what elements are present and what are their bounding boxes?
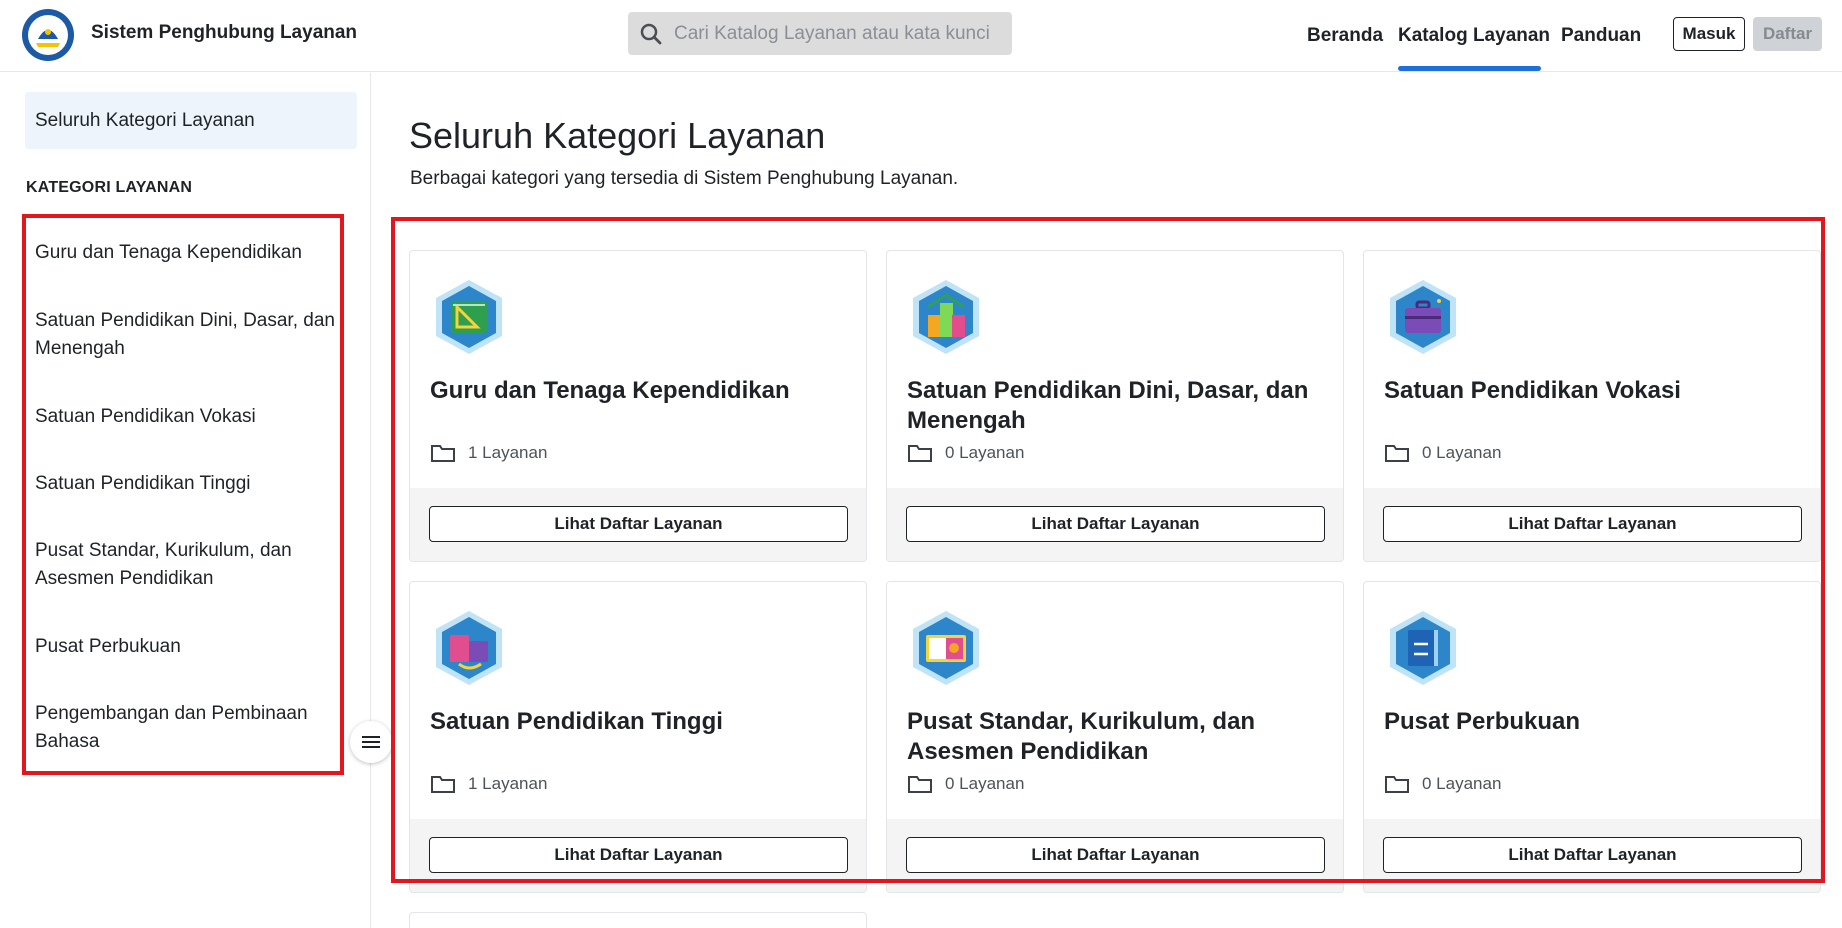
card-footer: Lihat Daftar Layanan	[1364, 488, 1820, 561]
search-bar[interactable]	[628, 12, 1012, 55]
app-title[interactable]: Sistem Penghubung Layanan	[91, 22, 357, 44]
category-card: Satuan Pendidikan Vokasi 0 Layanan Lihat…	[1363, 250, 1821, 562]
book-briefcase-icon	[436, 611, 502, 685]
sidebar-item-perbukuan[interactable]: Pusat Perbukuan	[35, 633, 335, 661]
search-icon	[640, 23, 662, 44]
sidebar-item-vokasi[interactable]: Satuan Pendidikan Vokasi	[35, 403, 335, 431]
card-title: Satuan Pendidikan Tinggi	[430, 708, 723, 735]
sidebar-heading: KATEGORI LAYANAN	[26, 179, 193, 196]
card-count: 0 Layanan	[907, 773, 1024, 795]
folder-icon	[431, 445, 455, 462]
card-count-text: 1 Layanan	[468, 443, 548, 462]
login-button[interactable]: Masuk	[1673, 17, 1745, 51]
card-title: Pusat Standar, Kurikulum, dan Asesmen Pe…	[907, 708, 1256, 765]
register-button[interactable]: Daftar	[1753, 17, 1822, 51]
nav-active-indicator	[1398, 66, 1541, 71]
view-services-button[interactable]: Lihat Daftar Layanan	[1383, 837, 1802, 873]
top-header: Sistem Penghubung Layanan Beranda Katalo…	[0, 0, 1842, 72]
card-count: 0 Layanan	[1384, 773, 1501, 795]
sidebar-collapse-button[interactable]	[350, 721, 392, 763]
sidebar-item-pusat-standar[interactable]: Pusat Standar, Kurikulum, dan Asesmen Pe…	[35, 537, 335, 593]
sidebar-item-tinggi[interactable]: Satuan Pendidikan Tinggi	[35, 470, 335, 498]
sidebar-item-satuan-dini[interactable]: Satuan Pendidikan Dini, Dasar, dan Menen…	[35, 307, 335, 363]
sidebar-item-guru[interactable]: Guru dan Tenaga Kependidikan	[35, 239, 335, 267]
folder-icon	[908, 776, 932, 793]
sidebar-category-list: Guru dan Tenaga Kependidikan Satuan Pend…	[22, 214, 344, 775]
nav-beranda[interactable]: Beranda	[1307, 0, 1383, 72]
card-count-text: 0 Layanan	[1422, 443, 1502, 462]
search-input[interactable]	[674, 22, 994, 45]
hamburger-icon	[362, 736, 380, 748]
view-services-button[interactable]: Lihat Daftar Layanan	[906, 506, 1325, 542]
logo-icon[interactable]	[22, 9, 74, 61]
assessment-board-icon	[913, 611, 979, 685]
category-card-partial	[409, 912, 867, 928]
folder-icon	[1385, 776, 1409, 793]
card-count: 1 Layanan	[430, 773, 547, 795]
category-card: Pusat Perbukuan 0 Layanan Lihat Daftar L…	[1363, 581, 1821, 893]
page-subtitle: Berbagai kategori yang tersedia di Siste…	[410, 168, 959, 189]
card-title: Guru dan Tenaga Kependidikan	[430, 377, 790, 404]
folder-icon	[908, 445, 932, 462]
view-services-button[interactable]: Lihat Daftar Layanan	[1383, 506, 1802, 542]
folder-icon	[431, 776, 455, 793]
card-footer: Lihat Daftar Layanan	[410, 488, 866, 561]
nav-katalog-layanan[interactable]: Katalog Layanan	[1398, 0, 1550, 72]
card-footer: Lihat Daftar Layanan	[410, 819, 866, 892]
nav-panduan[interactable]: Panduan	[1561, 0, 1641, 72]
card-count-text: 0 Layanan	[945, 774, 1025, 793]
card-footer: Lihat Daftar Layanan	[1364, 819, 1820, 892]
card-title: Satuan Pendidikan Vokasi	[1384, 377, 1681, 404]
category-card: Satuan Pendidikan Dini, Dasar, dan Menen…	[886, 250, 1344, 562]
card-count-text: 0 Layanan	[945, 443, 1025, 462]
card-footer: Lihat Daftar Layanan	[887, 488, 1343, 561]
sidebar-item-all-categories[interactable]: Seluruh Kategori Layanan	[25, 92, 357, 149]
sidebar: Seluruh Kategori Layanan KATEGORI LAYANA…	[0, 73, 392, 928]
card-title: Pusat Perbukuan	[1384, 708, 1581, 735]
ruler-board-icon	[436, 280, 502, 354]
briefcase-icon	[1390, 280, 1456, 354]
card-footer: Lihat Daftar Layanan	[887, 819, 1343, 892]
view-services-button[interactable]: Lihat Daftar Layanan	[429, 506, 848, 542]
category-card: Satuan Pendidikan Tinggi 1 Layanan Lihat…	[409, 581, 867, 893]
number-blocks-icon	[913, 280, 979, 354]
folder-icon	[1385, 445, 1409, 462]
card-title: Satuan Pendidikan Dini, Dasar, dan Menen…	[907, 377, 1309, 434]
view-services-button[interactable]: Lihat Daftar Layanan	[906, 837, 1325, 873]
dictionary-book-icon	[1390, 611, 1456, 685]
card-count-text: 1 Layanan	[468, 774, 548, 793]
card-count-text: 0 Layanan	[1422, 774, 1502, 793]
page-title: Seluruh Kategori Layanan	[409, 115, 826, 156]
sidebar-item-bahasa[interactable]: Pengembangan dan Pembinaan Bahasa	[35, 700, 335, 756]
card-count: 0 Layanan	[1384, 442, 1501, 464]
card-count: 0 Layanan	[907, 442, 1024, 464]
card-count: 1 Layanan	[430, 442, 547, 464]
view-services-button[interactable]: Lihat Daftar Layanan	[429, 837, 848, 873]
category-card: Pusat Standar, Kurikulum, dan Asesmen Pe…	[886, 581, 1344, 893]
category-card: Guru dan Tenaga Kependidikan 1 Layanan L…	[409, 250, 867, 562]
